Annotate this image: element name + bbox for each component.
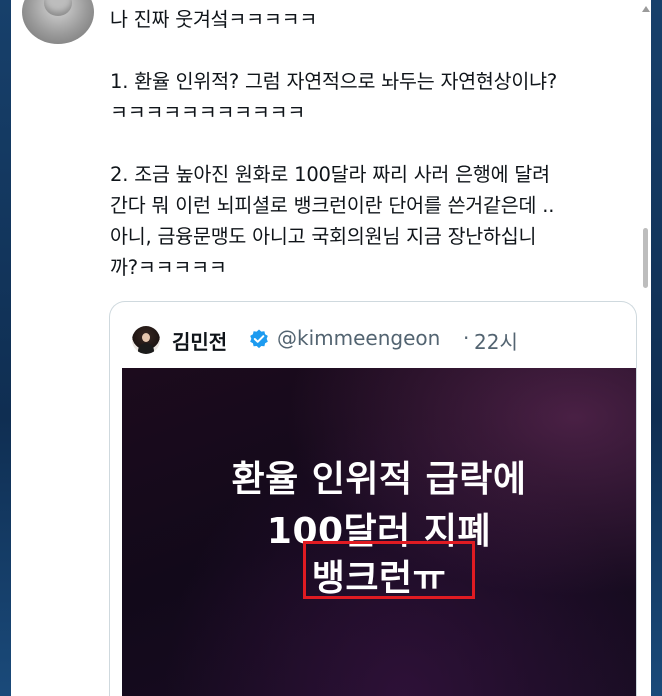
- quoted-tweet-card[interactable]: 김민전 @kimmeengeon · 22시 환율 인위적 급락에 100달러 …: [109, 301, 637, 696]
- tweet-text: 나 진짜 웃겨섴ㅋㅋㅋㅋㅋ 1. 환율 인위적? 그럼 자연적으로 놔두는 자연…: [110, 8, 558, 279]
- background-left: [0, 0, 11, 696]
- quoted-tweet-time[interactable]: 22시: [474, 326, 518, 355]
- background-right: [651, 0, 662, 696]
- avatar-figure: [44, 0, 72, 16]
- red-highlight-box: [303, 541, 475, 599]
- quoted-user-avatar[interactable]: [132, 326, 160, 354]
- tweet-panel: 나 진짜 웃겨섴ㅋㅋㅋㅋㅋ 1. 환율 인위적? 그럼 자연적으로 놔두는 자연…: [11, 0, 651, 696]
- image-text-line-1: 환율 인위적 급락에: [231, 459, 527, 500]
- scrollbar[interactable]: [642, 0, 650, 696]
- user-avatar[interactable]: [22, 0, 94, 44]
- quoted-user-handle[interactable]: @kimmeengeon: [277, 326, 440, 350]
- scrollbar-thumb[interactable]: [643, 228, 648, 288]
- avatar-body: [138, 343, 154, 354]
- quoted-tweet-image[interactable]: 환율 인위적 급락에 100달러 지폐 뱅크런ㅠ: [122, 368, 636, 696]
- verified-badge-icon: [248, 328, 270, 350]
- quoted-tweet-header: 김민전 @kimmeengeon · 22시: [110, 302, 636, 368]
- quoted-user-name[interactable]: 김민전: [172, 326, 227, 355]
- avatar-face: [142, 333, 150, 342]
- separator-dot: ·: [463, 326, 470, 350]
- chevron-up-icon[interactable]: [642, 6, 650, 12]
